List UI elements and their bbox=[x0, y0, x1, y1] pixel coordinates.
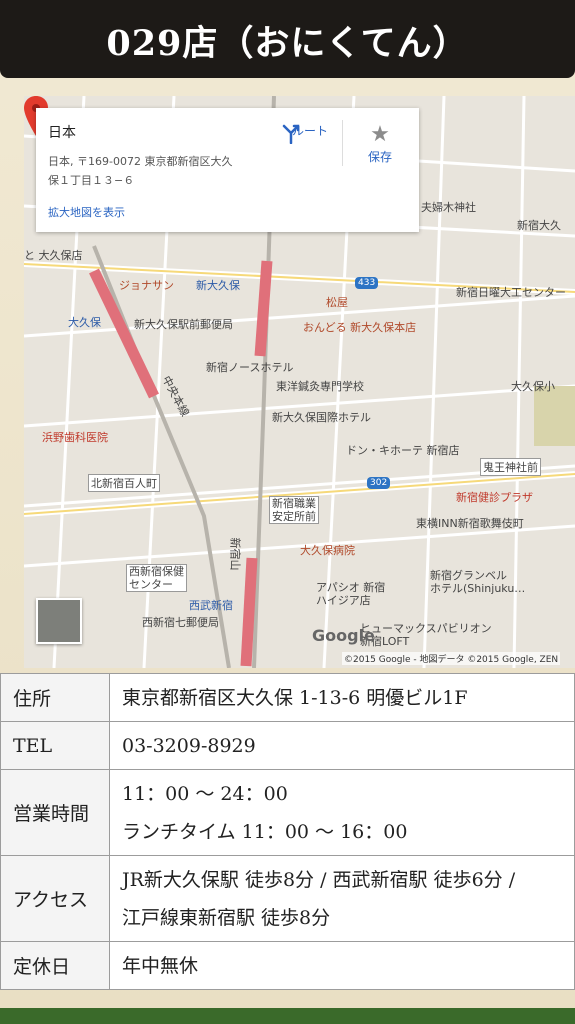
access-value-line1: JR新大久保駅 徒歩8分 / 西武新宿駅 徒歩6分 / bbox=[122, 868, 516, 891]
map-label-nichiyou: 新宿日曜大工センター bbox=[456, 286, 566, 299]
table-row: アクセス JR新大久保駅 徒歩8分 / 西武新宿駅 徒歩6分 / 江戸線東新宿駅… bbox=[0, 855, 575, 942]
map-label-kitashinjuku: 北新宿百人町 bbox=[88, 474, 160, 492]
map-info-card: 日本 日本, 〒169-0072 東京都新宿区大久 保１丁目１３−６ 拡大地図を… bbox=[36, 108, 419, 232]
map-label-ondoru: おんどる 新大久保本店 bbox=[303, 321, 417, 334]
header-bar: 029店（おにくてん） bbox=[0, 0, 575, 78]
info-card-address-line1: 日本, 〒169-0072 東京都新宿区大久 bbox=[48, 155, 233, 168]
map-label-shin-okubo: 新大久保 bbox=[196, 279, 240, 292]
map-label-don-quijote: ドン・キホーテ 新宿店 bbox=[346, 444, 460, 457]
divider bbox=[342, 120, 343, 166]
map-label-touyou: 東洋鍼灸専門学校 bbox=[276, 380, 364, 393]
page: 029店（おにくてん） 夫婦木神社 新宿大久 と 大久保店 ジョナサン 新大久保… bbox=[0, 0, 575, 1024]
hours-value: 11：00 〜 24：00 bbox=[122, 782, 288, 805]
address-value: 東京都新宿区大久保 1-13-6 明優ビル1F bbox=[122, 686, 468, 709]
map-label-fuufu: 夫婦木神社 bbox=[421, 201, 476, 214]
map-label-granbell: 新宿グランベル ホテル(Shinjuku… bbox=[430, 569, 526, 595]
access-value-line2: 江戸線東新宿駅 徒歩8分 bbox=[122, 906, 331, 929]
map-label-okubo: 大久保 bbox=[68, 316, 101, 329]
row-label-holiday: 定休日 bbox=[0, 941, 110, 990]
map-label-matsuya: 松屋 bbox=[326, 296, 348, 309]
row-value-address: 東京都新宿区大久保 1-13-6 明優ビル1F bbox=[109, 673, 575, 722]
row-label-tel: TEL bbox=[0, 721, 110, 770]
footer-decoration bbox=[0, 1008, 575, 1024]
route-302-badge: 302 bbox=[367, 477, 391, 489]
map-label-hamano: 浜野歯科医院 bbox=[42, 431, 108, 444]
street-view-thumbnail[interactable] bbox=[36, 598, 82, 644]
map-label-okubo-small: 大久保小 bbox=[511, 380, 555, 393]
tel-value[interactable]: 03-3209-8929 bbox=[122, 727, 573, 765]
map-label-humax: ヒューマックスパビリオン 新宿LOFT bbox=[360, 622, 492, 648]
map-copyright: ©2015 Google - 地図データ ©2015 Google, ZEN bbox=[342, 652, 561, 665]
map-label-post7: 西新宿七郵便局 bbox=[142, 616, 219, 629]
lunch-hours-value: ランチタイム 11：00 〜 16：00 bbox=[122, 820, 408, 843]
map-label-intl-hotel: 新大久保国際ホテル bbox=[272, 411, 371, 424]
google-logo: Google bbox=[312, 626, 375, 645]
table-row: TEL 03-3209-8929 bbox=[0, 721, 575, 770]
row-label-address: 住所 bbox=[0, 673, 110, 722]
row-value-holiday: 年中無休 bbox=[109, 941, 575, 990]
row-value-access: JR新大久保駅 徒歩8分 / 西武新宿駅 徒歩6分 / 江戸線東新宿駅 徒歩8分 bbox=[109, 855, 575, 942]
table-row: 住所 東京都新宿区大久保 1-13-6 明優ビル1F bbox=[0, 673, 575, 722]
map-label-north-hotel: 新宿ノースホテル bbox=[206, 361, 294, 374]
map-label-apa: アパシオ 新宿 ハイジア店 bbox=[316, 581, 386, 607]
save-label: 保存 bbox=[367, 150, 392, 164]
table-row: 定休日 年中無休 bbox=[0, 941, 575, 990]
map-label-yamanote: 新宿山 bbox=[228, 537, 242, 571]
map-label-hoken: 西新宿保健 センター bbox=[126, 564, 187, 592]
info-card-address-line2: 保１丁目１３−６ bbox=[48, 174, 135, 187]
star-icon: ★ bbox=[370, 122, 390, 147]
row-value-tel: 03-3209-8929 bbox=[109, 721, 575, 770]
map-label-shokuan: 新宿職業 安定所前 bbox=[269, 496, 319, 524]
map-label-kenshin: 新宿健診プラザ bbox=[456, 491, 533, 504]
map-label-seibu: 西武新宿 bbox=[189, 599, 233, 612]
save-button[interactable]: ★ 保存 bbox=[350, 122, 410, 165]
page-title: 029店（おにくてん） bbox=[106, 23, 469, 64]
map-label-okubo-hospital: 大久保病院 bbox=[300, 544, 355, 557]
map-label-kio-shrine: 鬼王神社前 bbox=[480, 458, 541, 476]
map-label-shin-okubo-post: 新大久保駅前郵便局 bbox=[134, 318, 233, 331]
enlarge-map-link[interactable]: 拡大地図を表示 bbox=[48, 204, 125, 220]
info-card-title: 日本 bbox=[48, 125, 76, 141]
map-label-okubo-shop: と 大久保店 bbox=[24, 249, 83, 262]
route-433-badge: 433 bbox=[355, 277, 379, 289]
map-label-toyoko: 東横INN新宿歌舞伎町 bbox=[416, 517, 524, 530]
holiday-value: 年中無休 bbox=[122, 954, 199, 977]
row-label-access: アクセス bbox=[0, 855, 110, 942]
table-row: 営業時間 11：00 〜 24：00 ランチタイム 11：00 〜 16：00 bbox=[0, 769, 575, 856]
store-info-table: 住所 東京都新宿区大久保 1-13-6 明優ビル1F TEL 03-3209-8… bbox=[0, 673, 575, 990]
row-value-hours: 11：00 〜 24：00 ランチタイム 11：00 〜 16：00 bbox=[109, 769, 575, 856]
map-label-jonasan: ジョナサン bbox=[119, 279, 174, 292]
info-card-address: 日本, 〒169-0072 東京都新宿区大久 保１丁目１３−６ bbox=[48, 152, 268, 190]
map[interactable]: 夫婦木神社 新宿大久 と 大久保店 ジョナサン 新大久保 433 新宿日曜大工セ… bbox=[24, 96, 575, 668]
row-label-hours: 営業時間 bbox=[0, 769, 110, 856]
route-button[interactable]: ルート bbox=[280, 122, 340, 144]
map-label-kindergarten: 新宿大久 bbox=[517, 219, 561, 232]
